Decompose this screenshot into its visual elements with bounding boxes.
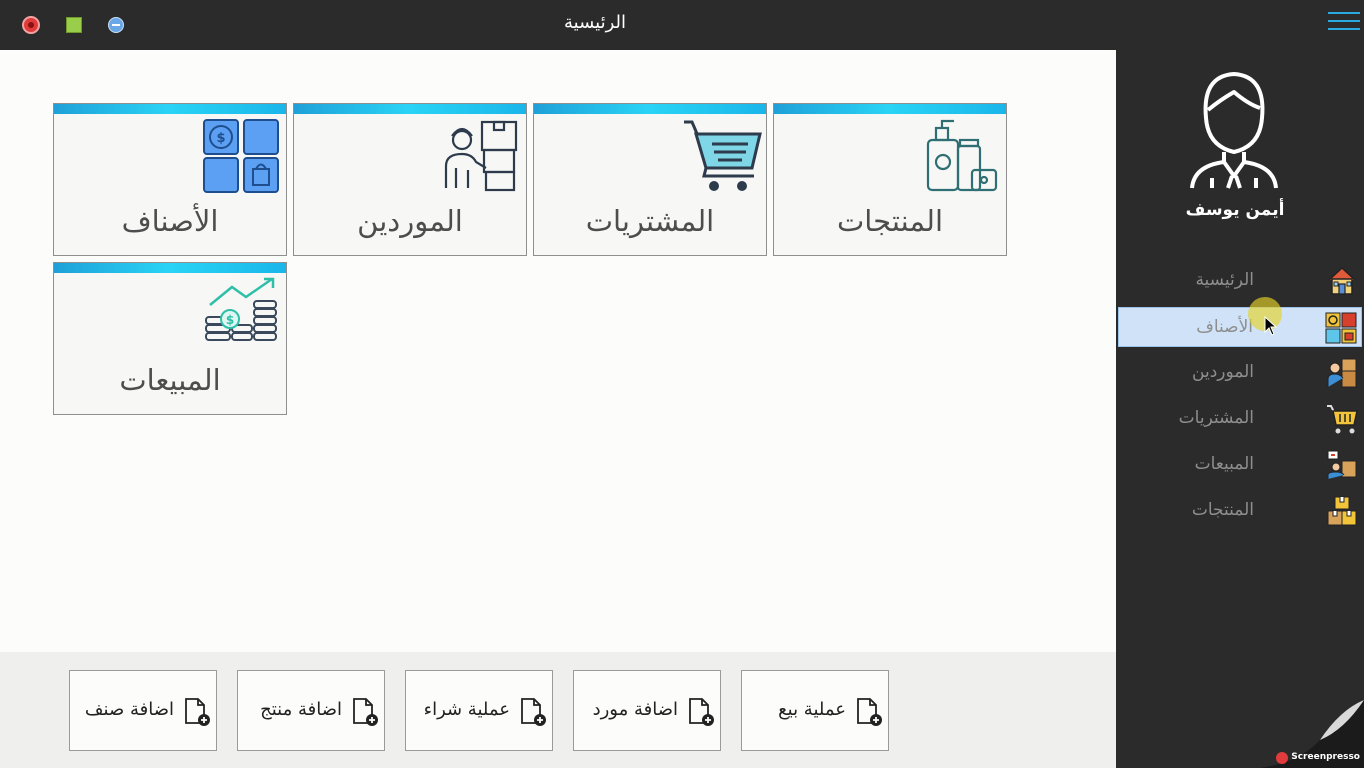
sidebar-item-products[interactable]: المنتجات <box>1118 491 1362 531</box>
home-icon <box>1328 266 1356 295</box>
tile-accent-bar <box>54 104 286 114</box>
mouse-cursor-icon <box>1264 316 1278 336</box>
tile-label: الأصناف <box>121 204 219 238</box>
products-icon <box>926 119 998 192</box>
tile-products[interactable]: المنتجات <box>773 103 1007 256</box>
tile-suppliers[interactable]: الموردين <box>293 103 527 256</box>
button-label: اضافة منتج <box>260 699 342 720</box>
categories-icon: $ <box>203 119 279 193</box>
sidebar-item-categories[interactable]: الأصناف <box>1118 307 1362 347</box>
sidebar-item-home[interactable]: الرئيسية <box>1118 261 1362 301</box>
cart-icon <box>684 120 762 191</box>
dashboard-area: المنتجات المشتريات الموردين $ الأصناف $ … <box>0 50 1116 652</box>
menu-toggle-icon[interactable] <box>1328 12 1360 34</box>
add-file-icon <box>857 698 882 726</box>
window-title: الرئيسية <box>564 12 626 33</box>
sidebar-item-label: الرئيسية <box>1195 270 1254 290</box>
purchase-operation-button[interactable]: عملية شراء <box>405 670 553 751</box>
add-supplier-button[interactable]: اضافة مورد <box>573 670 721 751</box>
sidebar-item-label: المشتريات <box>1178 408 1254 428</box>
add-product-button[interactable]: اضافة منتج <box>237 670 385 751</box>
products-icon <box>1327 496 1357 526</box>
svg-text:$: $ <box>216 131 225 146</box>
tile-sales[interactable]: $ المبيعات <box>53 262 287 415</box>
sidebar-item-label: الأصناف <box>1196 317 1253 337</box>
user-name: أيمن يوسف <box>1185 200 1285 220</box>
cart-icon <box>1327 405 1358 434</box>
sales-icon <box>1327 450 1357 479</box>
sidebar: أيمن يوسف الرئيسية الأصناف الموردين المش… <box>1116 50 1364 768</box>
sales-icon: $ <box>205 277 277 341</box>
sidebar-item-purchases[interactable]: المشتريات <box>1118 399 1362 439</box>
tile-label: المنتجات <box>836 204 944 238</box>
tile-label: المبيعات <box>119 363 221 397</box>
button-label: عملية شراء <box>423 699 510 720</box>
add-file-icon <box>521 698 546 726</box>
tile-accent-bar <box>294 104 526 114</box>
button-label: عملية بيع <box>778 699 846 720</box>
sell-operation-button[interactable]: عملية بيع <box>741 670 889 751</box>
sidebar-item-sales[interactable]: المبيعات <box>1118 445 1362 485</box>
svg-text:$: $ <box>226 313 234 327</box>
add-file-icon <box>185 698 210 726</box>
button-label: اضافة صنف <box>84 699 174 720</box>
tile-label: المشتريات <box>585 204 715 238</box>
sidebar-item-label: المبيعات <box>1194 454 1254 474</box>
tile-label: الموردين <box>357 204 463 238</box>
categories-icon <box>1325 312 1357 344</box>
tile-categories[interactable]: $ الأصناف <box>53 103 287 256</box>
tile-accent-bar <box>54 263 286 273</box>
suppliers-icon <box>444 120 518 192</box>
tile-accent-bar <box>774 104 1006 114</box>
screenpresso-watermark: Screenpresso <box>1260 700 1364 768</box>
user-avatar-icon <box>1190 72 1278 189</box>
sidebar-item-label: الموردين <box>1192 362 1254 382</box>
tile-purchases[interactable]: المشتريات <box>533 103 767 256</box>
suppliers-icon <box>1327 358 1357 388</box>
button-label: اضافة مورد <box>592 699 678 720</box>
quick-actions-bar: عملية بيع اضافة مورد عملية شراء اضافة من… <box>0 652 1116 768</box>
title-bar: الرئيسية <box>0 0 1364 50</box>
watermark-text: Screenpresso <box>1291 752 1360 762</box>
add-file-icon <box>353 698 378 726</box>
tile-accent-bar <box>534 104 766 114</box>
sidebar-item-label: المنتجات <box>1191 500 1254 520</box>
sidebar-item-suppliers[interactable]: الموردين <box>1118 353 1362 393</box>
add-file-icon <box>689 698 714 726</box>
add-category-button[interactable]: اضافة صنف <box>69 670 217 751</box>
